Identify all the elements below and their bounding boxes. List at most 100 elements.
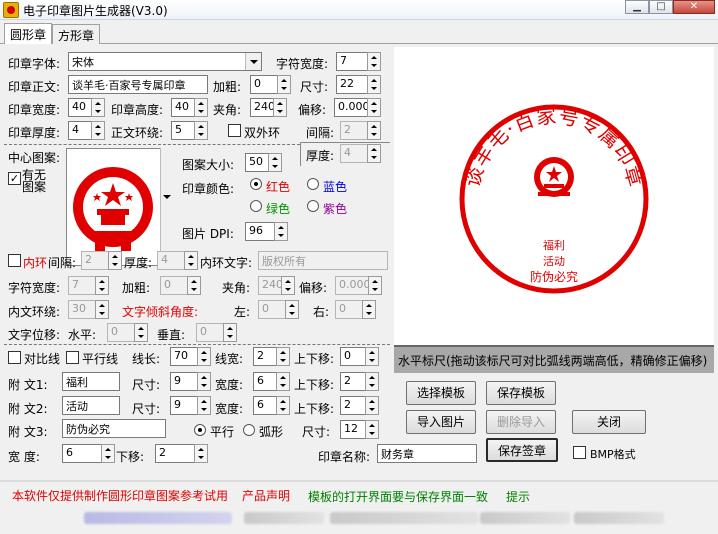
shift-v-spinner[interactable] (223, 323, 237, 342)
import-image-button[interactable]: 导入图片 (406, 410, 476, 434)
horizontal-ruler[interactable]: 水平标尺(拖动该标尺可对比弧线两端高低，精确修正偏移) (394, 345, 714, 373)
aux1-size-spinner[interactable] (197, 372, 211, 391)
font-select[interactable]: 宋体 (68, 52, 262, 71)
aux2-input[interactable]: 活动 (62, 396, 120, 415)
close-window-button[interactable]: ✕ (673, 0, 715, 14)
aux3-arc-radio[interactable] (243, 424, 255, 436)
angle-input[interactable]: 240 (250, 98, 274, 117)
bottom-ud-spinner[interactable] (194, 444, 208, 463)
maximize-button[interactable]: □ (649, 0, 673, 14)
angle-spinner[interactable] (273, 98, 287, 117)
bottom-width-spinner[interactable] (101, 444, 115, 463)
line-width-input[interactable]: 2 (253, 347, 277, 366)
aux3-parallel-radio[interactable] (194, 424, 206, 436)
size-spinner[interactable] (367, 75, 381, 94)
inner-offset-spinner[interactable] (368, 276, 382, 295)
emblem-dropdown-button[interactable] (160, 148, 174, 266)
inner-depth-spinner[interactable] (184, 251, 198, 270)
line-ud-spinner[interactable] (365, 347, 379, 366)
select-template-button[interactable]: 选择模板 (406, 381, 476, 405)
color-blue-radio[interactable] (307, 178, 319, 190)
width-spinner[interactable] (91, 98, 105, 117)
inner-offset-input[interactable]: 0.000 (335, 276, 369, 295)
color-purple-radio[interactable] (307, 200, 319, 212)
emblem-picker[interactable] (66, 148, 174, 266)
aux1-width-input[interactable]: 6 (253, 372, 277, 391)
height-input[interactable]: 40 (171, 98, 195, 117)
save-template-button[interactable]: 保存模板 (486, 381, 556, 405)
inner-cw-input[interactable]: 7 (68, 276, 96, 295)
shift-v-input[interactable]: 0 (196, 323, 224, 342)
inner-text-input[interactable]: 版权所有 (258, 251, 388, 270)
dpi-spinner[interactable] (274, 222, 288, 241)
thickness-input[interactable]: 4 (68, 121, 92, 140)
inner-wrap-input[interactable]: 30 (68, 300, 96, 319)
inner-ring-checkbox[interactable] (8, 254, 21, 267)
aux1-size-input[interactable]: 9 (170, 372, 198, 391)
tilt-right-input[interactable]: 0 (335, 300, 363, 319)
shift-h-spinner[interactable] (134, 323, 148, 342)
ring-spinner[interactable] (194, 121, 208, 140)
tab-square-seal[interactable]: 方形章 (52, 24, 101, 44)
aux1-ud-spinner[interactable] (365, 372, 379, 391)
aux2-width-spinner[interactable] (276, 396, 290, 415)
aux3-size-spinner[interactable] (365, 420, 379, 439)
inner-cw-spinner[interactable] (95, 276, 109, 295)
char-width-input[interactable]: 7 (336, 52, 368, 71)
width-input[interactable]: 40 (68, 98, 92, 117)
offset-spinner[interactable] (367, 98, 381, 117)
tab-round-seal[interactable]: 圆形章 (4, 23, 53, 44)
tips-link[interactable]: 提示 (506, 488, 530, 505)
inner-angle-spinner[interactable] (281, 276, 295, 295)
inner-gap-spinner[interactable] (108, 251, 122, 270)
inner-depth-input[interactable]: 4 (157, 251, 185, 270)
product-statement-link[interactable]: 产品声明 (242, 487, 290, 504)
double-ring-checkbox[interactable] (228, 124, 241, 137)
inner-wrap-spinner[interactable] (95, 300, 109, 319)
aux1-input[interactable]: 福利 (62, 372, 120, 391)
dpi-input[interactable]: 96 (245, 222, 275, 241)
aux2-size-input[interactable]: 9 (170, 396, 198, 415)
bottom-width-input[interactable]: 6 (62, 444, 102, 463)
delete-import-button[interactable]: 删除导入 (486, 410, 556, 434)
line-width-spinner[interactable] (276, 347, 290, 366)
shift-h-input[interactable]: 0 (107, 323, 135, 342)
inner-gap-input[interactable]: 2 (81, 251, 109, 270)
minimize-button[interactable]: ▁ (625, 0, 649, 14)
inner-angle-input[interactable]: 240 (258, 276, 282, 295)
has-pattern-checkbox[interactable]: ✓ (8, 172, 21, 185)
img-size-spinner[interactable] (268, 153, 282, 172)
char-width-spinner[interactable] (367, 52, 381, 71)
color-red-radio[interactable] (250, 178, 262, 190)
tilt-right-spinner[interactable] (362, 300, 376, 319)
size-input[interactable]: 22 (336, 75, 368, 94)
line-ud-input[interactable]: 0 (340, 347, 366, 366)
bold-input[interactable]: 0 (250, 75, 278, 94)
gap-input[interactable]: 2 (340, 121, 368, 140)
height-spinner[interactable] (194, 98, 208, 117)
aux2-width-input[interactable]: 6 (253, 396, 277, 415)
offset-input[interactable]: 0.000 (334, 98, 368, 117)
aux1-width-spinner[interactable] (276, 372, 290, 391)
line-len-input[interactable]: 70 (170, 347, 198, 366)
seal-text-input[interactable]: 谈羊毛·百家号专属印章 (68, 75, 208, 94)
compare-line-checkbox[interactable] (8, 351, 21, 364)
inner-bold-input[interactable]: 0 (160, 276, 188, 295)
thickness-spinner[interactable] (91, 121, 105, 140)
aux2-size-spinner[interactable] (197, 396, 211, 415)
img-size-input[interactable]: 50 (245, 153, 269, 172)
save-seal-button[interactable]: 保存签章 (486, 438, 558, 462)
seal-name-input[interactable]: 财务章 (377, 444, 477, 463)
aux1-ud-input[interactable]: 2 (340, 372, 366, 391)
gap-spinner[interactable] (367, 121, 381, 140)
bmp-format-checkbox[interactable] (573, 446, 586, 459)
color-green-radio[interactable] (250, 200, 262, 212)
aux2-ud-spinner[interactable] (365, 396, 379, 415)
tilt-left-spinner[interactable] (285, 300, 299, 319)
tilt-left-input[interactable]: 0 (258, 300, 286, 319)
inner-bold-spinner[interactable] (187, 276, 201, 295)
close-button[interactable]: 关闭 (572, 410, 646, 434)
aux3-input[interactable]: 防伪必究 (62, 419, 166, 438)
bottom-ud-input[interactable]: 2 (155, 444, 195, 463)
aux3-size-input[interactable]: 12 (340, 420, 366, 439)
